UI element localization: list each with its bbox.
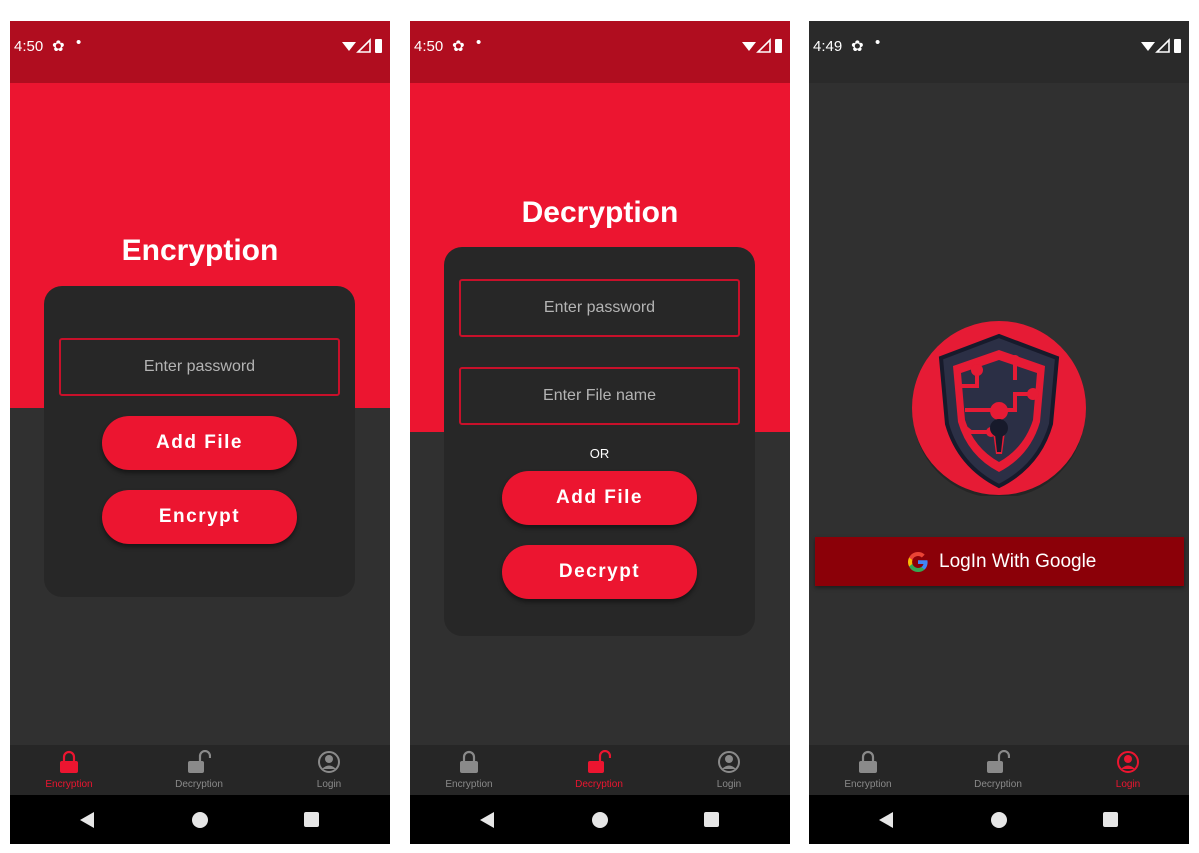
add-file-button[interactable]: Add File <box>102 416 297 470</box>
lock-icon <box>60 750 78 773</box>
signal-icon <box>756 38 771 53</box>
back-icon[interactable] <box>80 812 94 828</box>
login-screen: 4:49 ✿ • LogIn With Google Encryption De… <box>809 21 1189 844</box>
account-icon <box>1117 751 1139 773</box>
encrypt-button[interactable]: Encrypt <box>102 490 297 544</box>
encryption-screen: 4:50 ✿ • Encryption Enter password Add F… <box>10 21 390 844</box>
encrypt-card: Enter password Add File Encrypt <box>44 286 355 597</box>
account-icon <box>718 751 740 773</box>
decrypt-button[interactable]: Decrypt <box>502 545 697 599</box>
page-title: Decryption <box>521 196 679 229</box>
status-bar: 4:50 ✿ • <box>410 21 790 83</box>
battery-icon <box>775 39 782 53</box>
signal-icon <box>356 38 371 53</box>
gear-icon: ✿ <box>452 38 465 55</box>
google-g-icon <box>908 552 928 572</box>
or-label: OR <box>589 446 610 461</box>
nav-label: Decryption <box>175 779 223 790</box>
status-time: 4:50 <box>414 38 444 55</box>
nav-label: Encryption <box>445 779 493 790</box>
lock-icon <box>460 750 478 773</box>
nav-item-decryption[interactable]: Decryption <box>544 745 654 795</box>
home-icon[interactable] <box>991 812 1007 828</box>
google-login-label: LogIn With Google <box>939 551 1097 572</box>
recents-icon[interactable] <box>304 812 319 827</box>
nav-label: Login <box>716 779 742 790</box>
dot-icon: • <box>476 34 482 51</box>
password-input[interactable]: Enter password <box>59 338 340 396</box>
dot-icon: • <box>875 34 881 51</box>
recents-icon[interactable] <box>704 812 719 827</box>
nav-item-decryption[interactable]: Decryption <box>144 745 254 795</box>
back-icon[interactable] <box>879 812 893 828</box>
decrypt-card: Enter password Enter File name OR Add Fi… <box>444 247 755 636</box>
system-nav-bar <box>410 795 790 844</box>
battery-icon <box>375 39 382 53</box>
shield-keyhole-logo <box>912 321 1086 496</box>
bottom-nav: Encryption Decryption Login <box>10 745 390 795</box>
status-icons <box>742 38 782 53</box>
back-icon[interactable] <box>480 812 494 828</box>
wifi-icon <box>742 42 756 51</box>
nav-label: Encryption <box>844 779 892 790</box>
unlock-icon <box>987 750 1010 773</box>
system-nav-bar <box>809 795 1189 844</box>
nav-item-encryption[interactable]: Encryption <box>813 745 923 795</box>
nav-label: Login <box>1115 779 1141 790</box>
add-file-button[interactable]: Add File <box>502 471 697 525</box>
signal-icon <box>1155 38 1170 53</box>
nav-item-login[interactable]: Login <box>1073 745 1183 795</box>
account-icon <box>318 751 340 773</box>
password-input[interactable]: Enter password <box>459 279 740 337</box>
gear-icon: ✿ <box>851 38 864 55</box>
nav-item-encryption[interactable]: Encryption <box>14 745 124 795</box>
recents-icon[interactable] <box>1103 812 1118 827</box>
bottom-nav: Encryption Decryption Login <box>809 745 1189 795</box>
unlock-icon <box>188 750 211 773</box>
lock-icon <box>859 750 877 773</box>
gear-icon: ✿ <box>52 38 65 55</box>
page-title: Encryption <box>121 234 279 267</box>
status-icons <box>1141 38 1181 53</box>
nav-label: Decryption <box>974 779 1022 790</box>
file-name-input[interactable]: Enter File name <box>459 367 740 425</box>
system-nav-bar <box>10 795 390 844</box>
status-icons <box>342 38 382 53</box>
wifi-icon <box>1141 42 1155 51</box>
nav-item-login[interactable]: Login <box>274 745 384 795</box>
status-time: 4:49 <box>813 38 843 55</box>
decryption-screen: 4:50 ✿ • Decryption Enter password Enter… <box>410 21 790 844</box>
dot-icon: • <box>76 34 82 51</box>
home-icon[interactable] <box>592 812 608 828</box>
wifi-icon <box>342 42 356 51</box>
google-login-button[interactable]: LogIn With Google <box>815 537 1184 586</box>
nav-label: Login <box>316 779 342 790</box>
status-bar: 4:50 ✿ • <box>10 21 390 83</box>
nav-item-login[interactable]: Login <box>674 745 784 795</box>
nav-item-encryption[interactable]: Encryption <box>414 745 524 795</box>
battery-icon <box>1174 39 1181 53</box>
status-time: 4:50 <box>14 38 44 55</box>
unlock-icon <box>588 750 611 773</box>
home-icon[interactable] <box>192 812 208 828</box>
status-bar: 4:49 ✿ • <box>809 21 1189 83</box>
nav-item-decryption[interactable]: Decryption <box>943 745 1053 795</box>
nav-label: Decryption <box>575 779 623 790</box>
nav-label: Encryption <box>45 779 93 790</box>
bottom-nav: Encryption Decryption Login <box>410 745 790 795</box>
